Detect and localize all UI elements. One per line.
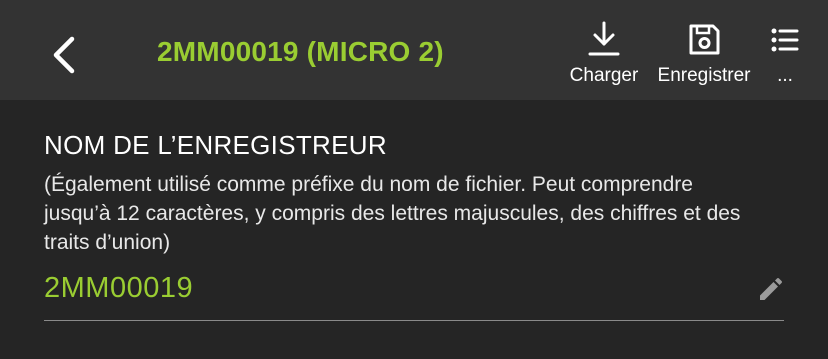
back-button[interactable] xyxy=(40,30,90,80)
save-icon xyxy=(689,24,720,55)
load-button[interactable]: Charger xyxy=(570,20,638,95)
page-title: 2MM00019 (MICRO 2) xyxy=(157,36,444,67)
save-button[interactable]: Enregistrer xyxy=(658,20,750,95)
settings-content: NOM DE L’ENREGISTREUR (Également utilisé… xyxy=(0,100,828,359)
recorder-name-field[interactable]: 2MM00019 xyxy=(44,268,784,321)
top-bar: 2MM00019 (MICRO 2) Charger Enregistrer .… xyxy=(0,0,828,100)
section-description: (Également utilisé comme préfixe du nom … xyxy=(44,173,741,254)
load-button-label: Charger xyxy=(569,65,639,86)
section-title: NOM DE L’ENREGISTREUR xyxy=(44,130,387,160)
more-button[interactable]: ... xyxy=(760,20,810,95)
recorder-name-value[interactable]: 2MM00019 xyxy=(44,272,193,305)
save-button-label: Enregistrer xyxy=(657,65,751,86)
chevron-left-icon xyxy=(53,36,75,74)
pencil-icon[interactable] xyxy=(756,276,784,304)
download-icon xyxy=(588,21,620,56)
more-button-label: ... xyxy=(777,65,793,86)
list-icon xyxy=(771,28,799,52)
